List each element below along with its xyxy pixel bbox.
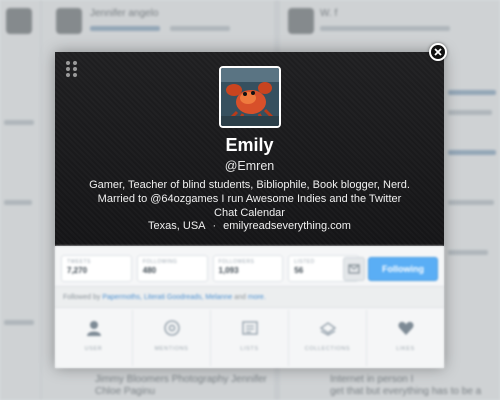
profile-tabs: USER MENTIONS LISTS COLLECTIONS LIKES [55, 310, 444, 366]
tab-label: LISTS [240, 346, 259, 352]
heart-icon [397, 321, 414, 335]
tab-likes[interactable]: LIKES [367, 310, 444, 366]
close-button[interactable] [429, 43, 447, 61]
stat-followers[interactable]: FOLLOWERS 1,093 [212, 255, 284, 282]
followed-by-suffix: and [234, 294, 246, 301]
at-icon [163, 320, 180, 336]
following-button[interactable]: Following [368, 257, 438, 281]
stat-value: 1,093 [218, 266, 239, 275]
list-icon [241, 321, 258, 335]
stat-label: TWEETS [67, 259, 91, 265]
profile-body: TWEETS 7,270 FOLLOWING 480 FOLLOWERS 1,0… [55, 246, 444, 368]
stat-tweets[interactable]: TWEETS 7,270 [61, 255, 132, 282]
profile-header: Emily @Emren Gamer, Teacher of blind stu… [55, 52, 444, 246]
profile-meta: Texas, USA · emilyreadseverything.com [55, 220, 444, 232]
tab-label: COLLECTIONS [304, 346, 351, 352]
tab-label: LIKES [396, 346, 415, 352]
crab-avatar-image [221, 68, 279, 126]
message-button[interactable] [343, 257, 365, 281]
meta-separator: · [212, 220, 217, 232]
stat-following[interactable]: FOLLOWING 480 [136, 255, 208, 282]
drag-handle-icon[interactable] [66, 61, 78, 77]
mail-icon [348, 264, 360, 274]
profile-handle[interactable]: @Emren [55, 159, 444, 173]
stat-value: 7,270 [67, 266, 88, 275]
tab-label: MENTIONS [154, 346, 189, 352]
tab-user[interactable]: USER [55, 310, 133, 366]
tab-lists[interactable]: LISTS [211, 310, 289, 366]
collections-icon [319, 322, 336, 336]
followed-by-prefix: Followed by [63, 294, 101, 301]
user-icon [86, 321, 101, 336]
stat-value: 480 [142, 266, 157, 275]
profile-location: Texas, USA [148, 220, 206, 232]
stats-row: TWEETS 7,270 FOLLOWING 480 FOLLOWERS 1,0… [61, 255, 359, 282]
followed-by-names[interactable]: Papermoths, Literati Goodreads, Melanne [102, 294, 232, 301]
close-icon [434, 48, 442, 56]
stat-label: FOLLOWING [142, 259, 178, 265]
tab-collections[interactable]: COLLECTIONS [289, 310, 367, 366]
tab-label: USER [84, 346, 103, 352]
stat-label: FOLLOWERS [218, 259, 255, 265]
followed-by-more-link[interactable]: more. [248, 294, 266, 301]
profile-website-link[interactable]: emilyreadseverything.com [223, 220, 351, 232]
avatar[interactable] [219, 66, 281, 128]
followed-by-bar: Followed by Papermoths, Literati Goodrea… [55, 286, 444, 308]
profile-bio: Gamer, Teacher of blind students, Biblio… [89, 179, 410, 219]
tab-mentions[interactable]: MENTIONS [133, 310, 211, 366]
profile-popup: Emily @Emren Gamer, Teacher of blind stu… [55, 52, 444, 368]
profile-name[interactable]: Emily [55, 135, 444, 156]
